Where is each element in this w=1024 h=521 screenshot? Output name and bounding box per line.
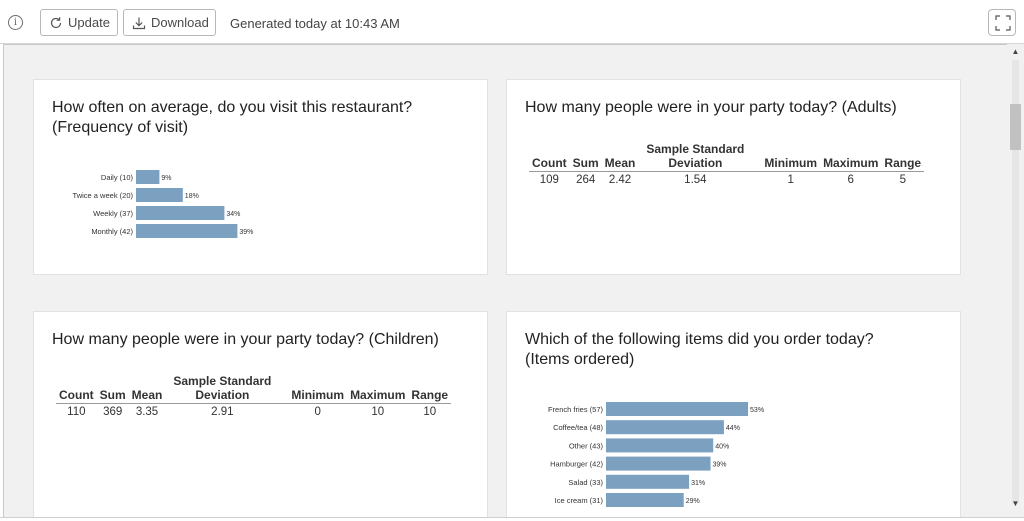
generated-timestamp: Generated today at 10:43 AM bbox=[230, 16, 400, 31]
card-adults-title: How many people were in your party today… bbox=[525, 99, 897, 116]
col-sum: Sum bbox=[96, 374, 129, 404]
refresh-icon bbox=[49, 16, 63, 30]
table-row: 109 264 2.42 1.54 1 6 5 bbox=[529, 172, 924, 186]
bar bbox=[606, 438, 714, 453]
cell-count: 109 bbox=[539, 174, 559, 186]
col-std: Sample Standard Deviation bbox=[638, 142, 753, 172]
card-children-title: How many people were in your party today… bbox=[52, 331, 439, 348]
bar-category-label: Weekly (37) bbox=[93, 209, 133, 218]
col-mean: Mean bbox=[601, 142, 639, 172]
std-header-line-1: Sample Standard bbox=[646, 142, 745, 156]
bar-value-label: 40% bbox=[715, 443, 729, 450]
card-frequency-title: How often on average, do you visit this … bbox=[52, 98, 412, 138]
bar bbox=[606, 420, 724, 435]
bar bbox=[136, 224, 238, 238]
report-canvas: How often on average, do you visit this … bbox=[3, 44, 1007, 517]
bar bbox=[606, 493, 684, 507]
bar-value-label: 39% bbox=[713, 462, 727, 469]
cell-min: 1 bbox=[787, 174, 794, 186]
info-icon[interactable]: i bbox=[8, 15, 23, 30]
col-min: Minimum bbox=[752, 142, 821, 172]
col-mean: Mean bbox=[128, 374, 166, 404]
bar-category-label: French fries (57) bbox=[548, 405, 604, 414]
cell-max: 6 bbox=[847, 174, 854, 186]
bar bbox=[136, 188, 183, 202]
fullscreen-button[interactable] bbox=[988, 9, 1016, 36]
std-header-line-2: Deviation bbox=[668, 156, 723, 170]
bottom-border bbox=[0, 517, 1024, 521]
scroll-thumb[interactable] bbox=[1010, 104, 1021, 150]
title-line-1: How often on average, do you visit this … bbox=[52, 99, 413, 116]
vertical-scrollbar[interactable]: ▲ ▼ bbox=[1007, 44, 1024, 517]
bar-category-label: Salad (33) bbox=[568, 478, 603, 487]
bar bbox=[606, 402, 749, 416]
std-header-line-1: Sample Standard bbox=[173, 374, 272, 388]
toolbar: i Update Download Generated today at 10:… bbox=[0, 0, 1024, 44]
bar-value-label: 9% bbox=[161, 175, 171, 182]
title-line-2: (Frequency of visit) bbox=[52, 119, 189, 136]
cell-count: 110 bbox=[67, 406, 86, 418]
download-button-label: Download bbox=[151, 15, 209, 30]
cell-min: 0 bbox=[314, 406, 321, 418]
bar bbox=[136, 206, 225, 220]
col-count: Count bbox=[56, 374, 97, 404]
cell-sum: 264 bbox=[576, 174, 596, 186]
bar-category-label: Other (43) bbox=[569, 441, 604, 450]
bar-category-label: Daily (10) bbox=[101, 173, 134, 182]
cell-range: 10 bbox=[423, 406, 437, 418]
bar bbox=[606, 474, 690, 489]
bar bbox=[606, 456, 711, 471]
bar-value-label: 18% bbox=[185, 193, 199, 200]
bar-category-label: Ice cream (31) bbox=[555, 496, 604, 505]
cell-mean: 3.35 bbox=[135, 406, 159, 418]
col-max: Maximum bbox=[347, 374, 409, 404]
std-header-line-2: Deviation bbox=[195, 388, 250, 402]
card-items-title: Which of the following items did you ord… bbox=[525, 330, 874, 370]
bar-value-label: 29% bbox=[686, 498, 700, 505]
col-std: Sample Standard Deviation bbox=[165, 374, 280, 404]
download-button[interactable]: Download bbox=[123, 9, 216, 36]
col-min: Minimum bbox=[279, 374, 348, 404]
card-frequency: How often on average, do you visit this … bbox=[33, 79, 488, 275]
bar-value-label: 34% bbox=[226, 211, 240, 218]
bar-value-label: 31% bbox=[691, 480, 705, 487]
update-button[interactable]: Update bbox=[40, 9, 118, 36]
scroll-up-arrow-icon[interactable]: ▲ bbox=[1010, 47, 1021, 57]
adults-stats-table: Count Sum Mean Sample Standard Deviation… bbox=[529, 142, 925, 186]
bar-value-label: 44% bbox=[726, 425, 740, 432]
cell-max: 10 bbox=[371, 406, 385, 418]
bar-category-label: Monthly (42) bbox=[91, 227, 133, 236]
scroll-down-arrow-icon[interactable]: ▼ bbox=[1010, 499, 1021, 509]
download-icon bbox=[132, 16, 146, 30]
cell-mean: 2.42 bbox=[608, 174, 632, 186]
col-sum: Sum bbox=[569, 142, 602, 172]
frequency-bar-chart: Daily (10) 9% Twice a week (20) 18% Weekly (… bbox=[73, 170, 253, 238]
bar-category-label: Coffee/tea (48) bbox=[553, 423, 603, 432]
children-stats-table: Count Sum Mean Sample Standard Deviation… bbox=[56, 374, 452, 418]
table-header-row: Count Sum Mean Sample Standard Deviation… bbox=[529, 142, 925, 172]
table-row: 110 369 3.35 2.91 0 10 10 bbox=[56, 404, 451, 418]
table-header-row: Count Sum Mean Sample Standard Deviation… bbox=[56, 374, 452, 404]
cell-sum: 369 bbox=[103, 406, 123, 418]
bar-value-label: 39% bbox=[239, 229, 253, 236]
card-items: Which of the following items did you ord… bbox=[506, 311, 961, 517]
col-range: Range bbox=[881, 142, 925, 172]
bar bbox=[136, 170, 160, 184]
update-button-label: Update bbox=[68, 15, 110, 30]
col-max: Maximum bbox=[820, 142, 882, 172]
cell-std: 1.54 bbox=[684, 174, 707, 186]
title-line-2: (Items ordered) bbox=[525, 351, 635, 368]
scroll-track[interactable] bbox=[1010, 60, 1021, 504]
card-children: How many people were in your party today… bbox=[33, 311, 488, 517]
bar-category-label: Twice a week (20) bbox=[73, 191, 134, 200]
col-count: Count bbox=[529, 142, 570, 172]
bar-value-label: 53% bbox=[750, 407, 764, 414]
card-adults: How many people were in your party today… bbox=[506, 79, 961, 275]
cell-range: 5 bbox=[899, 174, 906, 186]
items-bar-chart: French fries (57) 53% Coffee/tea (48) 44% Ot… bbox=[548, 402, 764, 507]
cell-std: 2.91 bbox=[211, 406, 234, 418]
title-line-1: Which of the following items did you ord… bbox=[525, 331, 874, 348]
bar-category-label: Hamburger (42) bbox=[550, 460, 603, 469]
col-range: Range bbox=[408, 374, 452, 404]
